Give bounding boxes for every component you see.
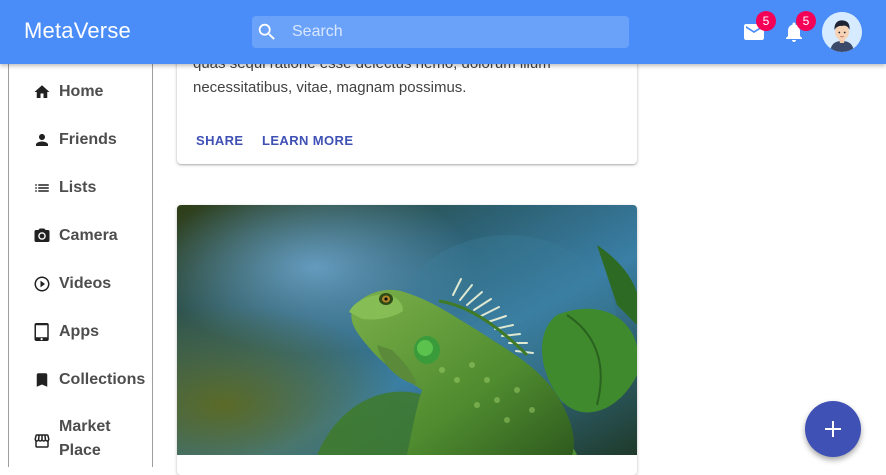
mail-button[interactable]: 5 xyxy=(742,11,776,44)
sidebar-item-label: Lists xyxy=(59,179,97,196)
image-post-card xyxy=(177,205,637,475)
sidebar-item-market-place[interactable]: Market Place xyxy=(9,405,153,465)
sidebar-item-home[interactable]: Home xyxy=(9,69,153,117)
sidebar-item-label: Friends xyxy=(59,131,117,148)
share-button[interactable]: SHARE xyxy=(196,133,244,148)
iguana-photo xyxy=(177,205,637,455)
bookmark-icon xyxy=(36,373,48,387)
app-title[interactable]: MetaVerse xyxy=(24,18,131,44)
camera-icon xyxy=(34,228,50,242)
sidebar-item-collections[interactable]: Collections xyxy=(9,357,153,405)
user-avatar-icon xyxy=(822,12,862,52)
search-input[interactable] xyxy=(292,16,622,48)
storefront-icon xyxy=(34,434,50,448)
sidebar: Home Friends Lists Camera Videos Apps Co… xyxy=(8,64,153,467)
sidebar-item-label: Home xyxy=(59,83,104,100)
mail-badge: 5 xyxy=(756,11,776,31)
home-icon xyxy=(34,85,50,98)
person-icon xyxy=(36,134,48,146)
sidebar-item-videos[interactable]: Videos xyxy=(9,261,153,309)
sidebar-item-label-continued: Place xyxy=(59,442,101,459)
sidebar-item-apps[interactable]: Apps xyxy=(9,309,153,357)
play-circle-icon xyxy=(34,276,50,292)
search-icon xyxy=(258,23,275,40)
sidebar-item-label: Videos xyxy=(59,275,112,292)
avatar[interactable] xyxy=(822,12,862,52)
tablet-icon xyxy=(34,323,49,341)
learn-more-button[interactable]: LEARN MORE xyxy=(262,133,353,148)
search-box[interactable] xyxy=(252,16,629,48)
post-text-line: necessitatibus, vitae, magnam possimus. xyxy=(193,79,467,96)
sidebar-item-label: Market xyxy=(59,418,111,435)
app-bar: MetaVerse 5 5 xyxy=(0,0,886,64)
sidebar-item-lists[interactable]: Lists xyxy=(9,165,153,213)
add-fab-button[interactable] xyxy=(805,401,861,457)
sidebar-item-label: Apps xyxy=(59,323,99,340)
sidebar-item-friends[interactable]: Friends xyxy=(9,117,153,165)
notifications-button[interactable]: 5 xyxy=(782,11,816,44)
plus-icon xyxy=(825,421,841,437)
sidebar-item-label: Collections xyxy=(59,371,146,388)
sidebar-item-camera[interactable]: Camera xyxy=(9,213,153,261)
notifications-badge: 5 xyxy=(796,11,816,31)
sidebar-item-label: Camera xyxy=(59,227,118,244)
list-icon xyxy=(35,184,49,192)
